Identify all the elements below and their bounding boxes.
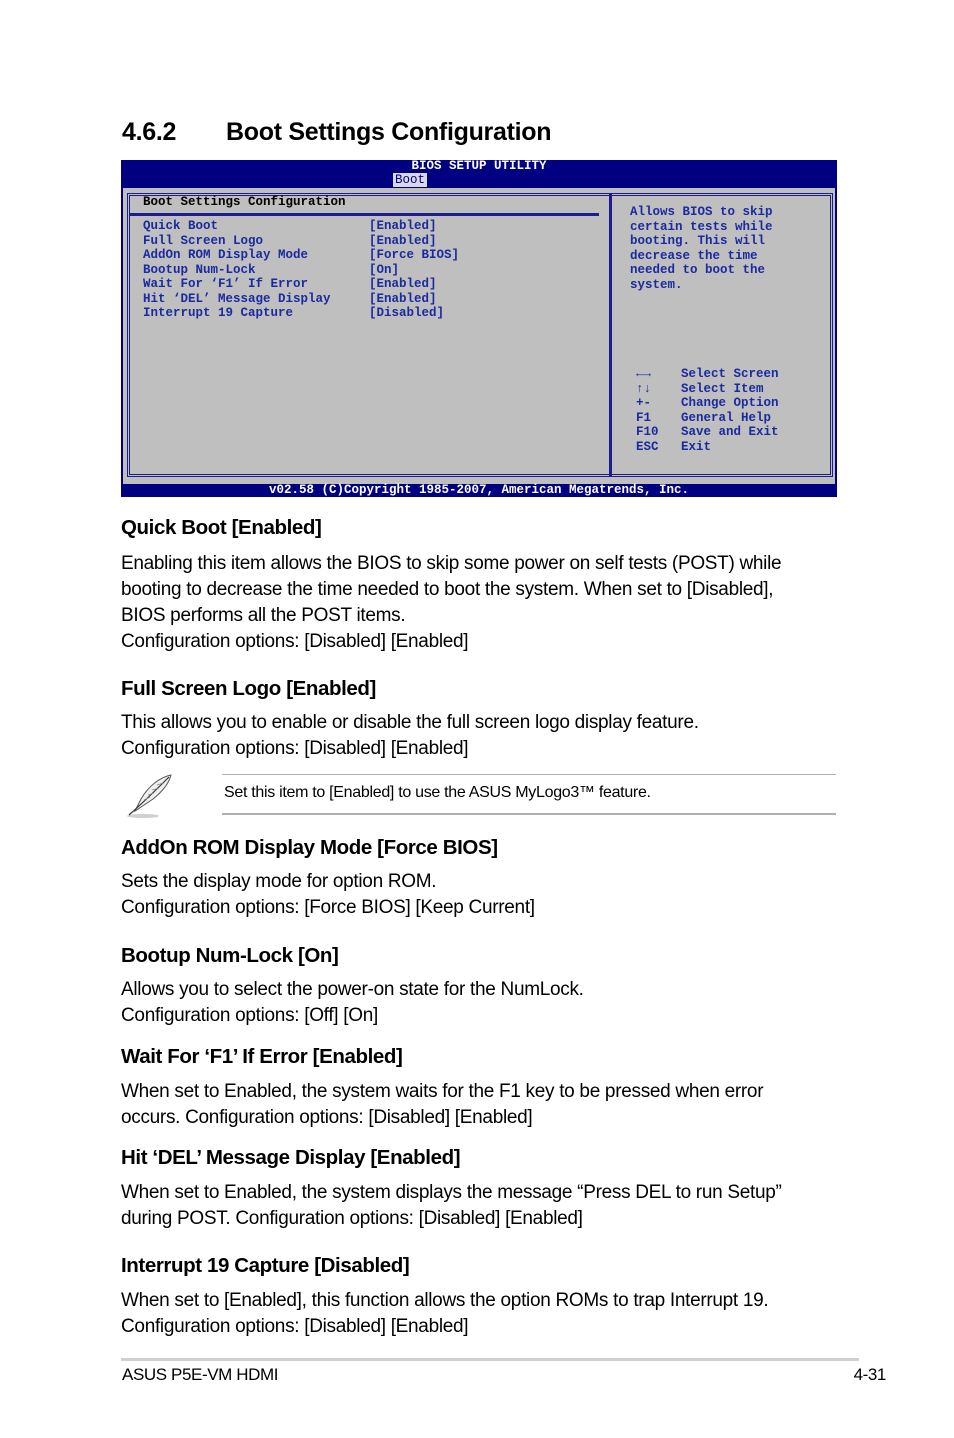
item-heading: Quick Boot [Enabled] [121, 516, 322, 539]
item-description: When set to Enabled, the system displays… [121, 1182, 782, 1229]
key-row: F1 General Help [636, 410, 772, 425]
key-row: F10 Save and Exit [636, 425, 779, 439]
footer-page-number: 4-31 [853, 1365, 887, 1384]
bios-body: Allows BIOS to skip certain tests while … [123, 188, 835, 484]
feather-pen-icon [127, 774, 172, 818]
item-heading: AddOn ROM Display Mode [Force BIOS] [121, 836, 498, 859]
item-description: Sets the display mode for option ROM. Co… [121, 871, 535, 918]
key-row: ESC Exit [636, 439, 712, 454]
footer-rule [121, 1358, 859, 1361]
note-box: Set this item to [Enabled] to use the AS… [222, 774, 836, 815]
footer-product-name: ASUS P5E-VM HDMI [122, 1365, 279, 1384]
bios-footer: v02.58 (C)Copyright 1985-2007, American … [268, 483, 690, 497]
item-heading: Hit ‘DEL’ Message Display [Enabled] [121, 1146, 461, 1169]
item-description: Enabling this item allows the BIOS to sk… [121, 553, 782, 652]
bios-tab-boot[interactable]: Boot [393, 173, 428, 187]
setting-quick-boot[interactable]: Quick Boot [Enabled] [143, 219, 459, 234]
item-description: When set to Enabled, the system waits fo… [121, 1081, 764, 1128]
note: Set this item to [Enabled] to use the AS… [121, 773, 836, 819]
key-row: ←→ Select Screen [636, 367, 779, 381]
panel-rule [129, 213, 599, 216]
panel-heading: Boot Settings Configuration [143, 195, 346, 209]
item-heading: Interrupt 19 Capture [Disabled] [121, 1254, 410, 1277]
bios-title: BIOS SETUP UTILITY [411, 159, 547, 173]
up-down-arrows-icon: ↑↓ [636, 381, 652, 396]
left-right-arrows-icon: ←→ [636, 367, 652, 381]
section-title: 4.6.2 Boot Settings Configuration [122, 118, 552, 147]
key-row: ↑↓ Select Item [636, 381, 764, 396]
help-panel: Allows BIOS to skip certain tests while … [609, 193, 833, 477]
help-text: Allows BIOS to skip certain tests while … [630, 205, 773, 292]
item-description: When set to [Enabled], this function all… [121, 1290, 769, 1337]
item-heading: Full Screen Logo [Enabled] [121, 677, 376, 700]
item-description: Allows you to select the power-on state … [121, 979, 584, 1026]
bios-screenshot: BIOS SETUP UTILITY Boot Allows BIOS to s… [121, 160, 837, 497]
key-legend: ←→ Select Screen ↑↓ Select Item +- Change O… [636, 367, 779, 454]
setting-full-screen-logo[interactable]: Full Screen Logo [Enabled] [143, 234, 459, 249]
setting-addon-rom-display-mode[interactable]: AddOn ROM Display Mode [Force BIOS] [143, 248, 459, 263]
item-heading: Wait For ‘F1’ If Error [Enabled] [121, 1045, 403, 1068]
note-text: Set this item to [Enabled] to use the AS… [224, 784, 651, 801]
setting-interrupt-19-capture[interactable]: Interrupt 19 Capture [Disabled] [143, 306, 459, 321]
setting-hit-del-message[interactable]: Hit ‘DEL’ Message Display [Enabled] [143, 292, 459, 307]
item-description: This allows you to enable or disable the… [121, 712, 699, 759]
item-heading: Bootup Num-Lock [On] [121, 944, 339, 967]
setting-bootup-num-lock[interactable]: Bootup Num-Lock [On] [143, 263, 459, 278]
setting-wait-for-f1[interactable]: Wait For ‘F1’ If Error [Enabled] [143, 277, 459, 292]
section-number: 4.6.2 [122, 118, 177, 146]
key-row: +- Change Option [636, 396, 779, 410]
section-title-text: Boot Settings Configuration [226, 118, 552, 146]
settings-list: Quick Boot [Enabled] Full Screen Logo [Ena… [143, 219, 459, 321]
